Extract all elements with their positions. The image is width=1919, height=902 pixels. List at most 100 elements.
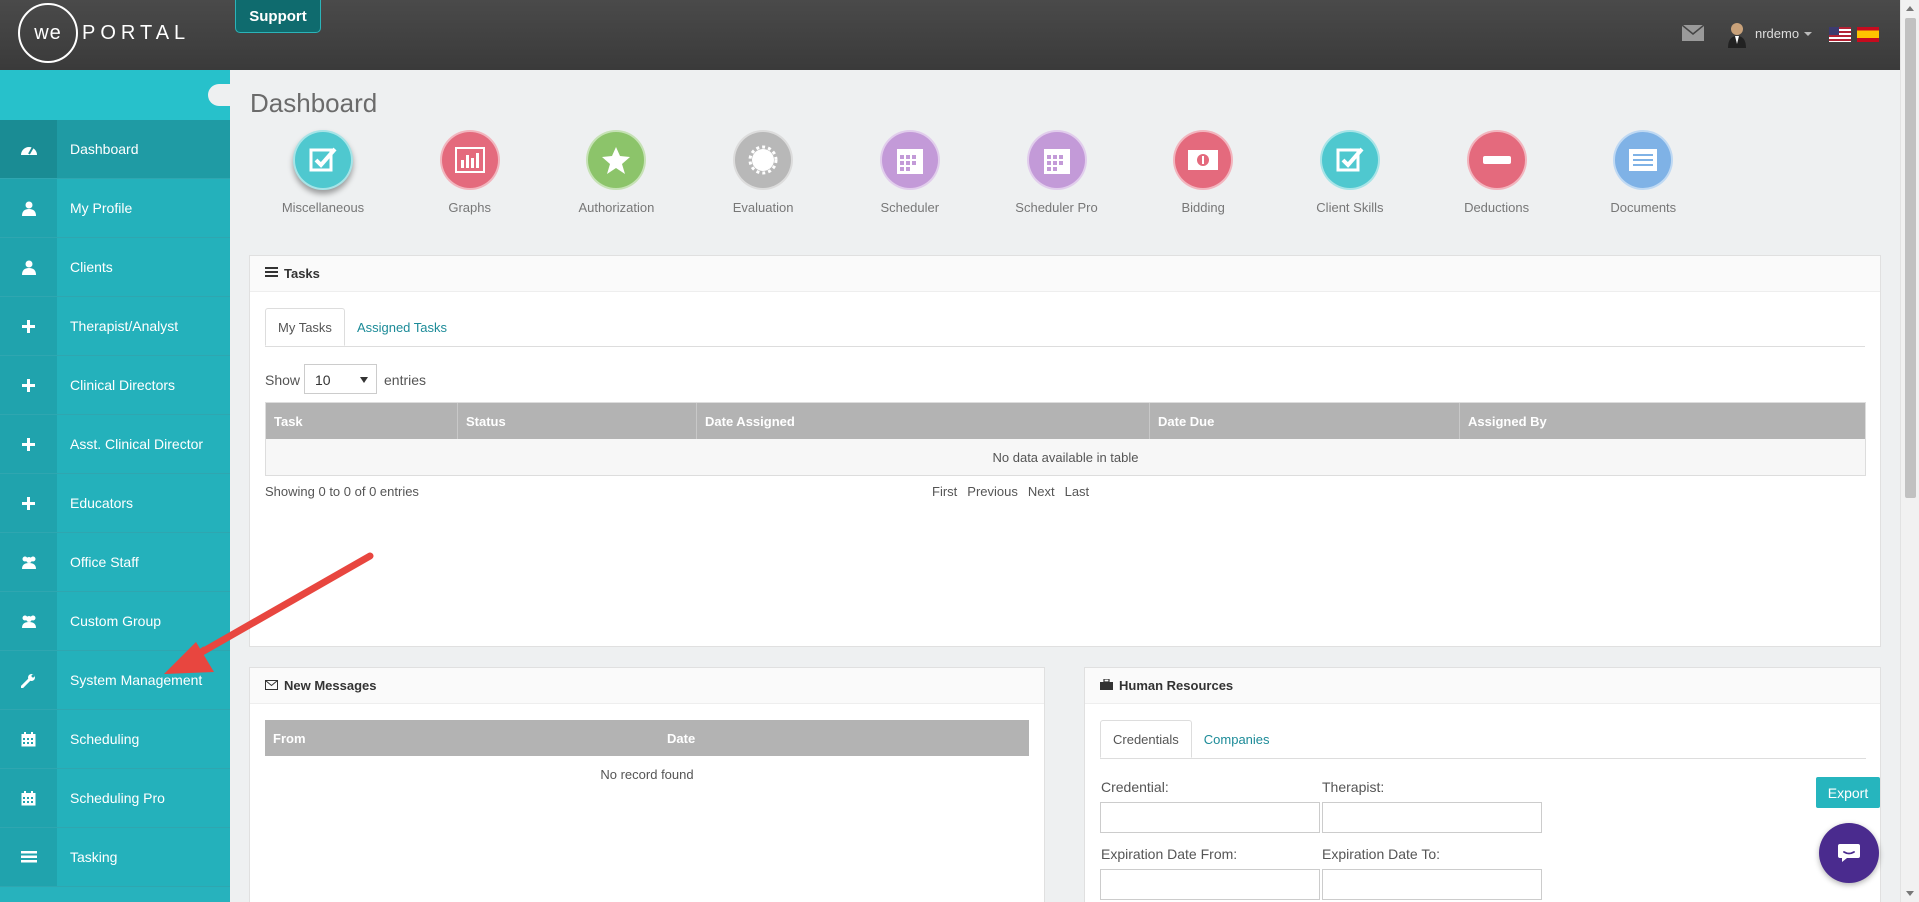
- us-flag-icon[interactable]: [1829, 27, 1851, 42]
- quick-link-label: Documents: [1610, 200, 1677, 215]
- tasks-panel-header: Tasks: [250, 256, 1880, 292]
- quick-link-evaluation[interactable]: Evaluation: [703, 130, 823, 215]
- therapist-label: Therapist:: [1322, 779, 1385, 795]
- spain-flag-icon[interactable]: [1857, 27, 1879, 42]
- tab-my-tasks[interactable]: My Tasks: [265, 308, 345, 346]
- quick-link-scheduler-pro[interactable]: Scheduler Pro: [997, 130, 1117, 215]
- sidebar-item-label: Clients: [70, 259, 113, 275]
- sidebar-item-clients[interactable]: Clients: [0, 238, 230, 297]
- sidebar-item-clinical-directors[interactable]: Clinical Directors: [0, 356, 230, 415]
- tasks-pager: First Previous Next Last: [932, 484, 1089, 499]
- quick-link-documents[interactable]: Documents: [1583, 130, 1703, 215]
- sidebar-item-therapist-analyst[interactable]: Therapist/Analyst: [0, 297, 230, 356]
- messages-empty-row: No record found: [265, 756, 1029, 792]
- plus-icon: [0, 297, 57, 355]
- sidebar-item-system-management[interactable]: System Management: [0, 651, 230, 710]
- user-avatar[interactable]: [1724, 20, 1750, 48]
- checkbox-icon: [1319, 130, 1380, 190]
- sidebar-item-scheduling-pro[interactable]: Scheduling Pro: [0, 769, 230, 828]
- top-navbar: we PORTAL Support: [0, 0, 1900, 70]
- messages-table: From Date No record found: [265, 720, 1029, 792]
- tasks-panel: Tasks My Tasks Assigned Tasks Show 10 en…: [249, 255, 1881, 647]
- list-icon: [1613, 130, 1674, 190]
- mail-icon[interactable]: [1682, 25, 1704, 41]
- quick-link-graphs[interactable]: Graphs: [410, 130, 530, 215]
- chevron-down-icon[interactable]: [1804, 32, 1812, 36]
- wrench-icon: [0, 651, 57, 709]
- quick-link-authorization[interactable]: Authorization: [556, 130, 676, 215]
- tab-companies[interactable]: Companies: [1192, 720, 1282, 758]
- tasks-table: Task Status Date Assigned Date Due Assig…: [265, 402, 1866, 476]
- sidebar: Dashboard My Profile Clients Therapist/Anal…: [0, 70, 230, 902]
- sidebar-item-educators[interactable]: Educators: [0, 474, 230, 533]
- sidebar-item-tasking[interactable]: Tasking: [0, 828, 230, 887]
- main-content: Dashboard Miscellaneous Graphs Authorizati…: [230, 70, 1900, 902]
- money-icon: [1173, 130, 1234, 190]
- hr-panel-header: Human Resources: [1085, 668, 1880, 704]
- dashboard-icon: [0, 120, 57, 178]
- exp-from-input[interactable]: [1100, 869, 1320, 900]
- list-icon: [0, 828, 57, 886]
- export-button[interactable]: Export: [1816, 777, 1880, 808]
- col-task[interactable]: Task: [266, 403, 458, 439]
- quick-link-miscellaneous[interactable]: Miscellaneous: [263, 130, 383, 215]
- show-label: Show: [265, 372, 301, 388]
- quick-link-label: Evaluation: [732, 200, 794, 215]
- sidebar-item-label: System Management: [70, 672, 203, 688]
- pager-next[interactable]: Next: [1028, 484, 1055, 499]
- weportal-logo[interactable]: we PORTAL: [18, 3, 190, 63]
- user-menu[interactable]: nrdemo: [1755, 26, 1799, 41]
- tasks-table-header: Task Status Date Assigned Date Due Assig…: [266, 403, 1865, 439]
- users-icon: [0, 533, 57, 591]
- envelope-icon: [265, 678, 278, 693]
- hr-tabs: Credentials Companies: [1100, 720, 1866, 759]
- sidebar-item-scheduling[interactable]: Scheduling: [0, 710, 230, 769]
- therapist-input[interactable]: [1322, 802, 1542, 833]
- sidebar-item-my-profile[interactable]: My Profile: [0, 179, 230, 238]
- pager-last[interactable]: Last: [1065, 484, 1090, 499]
- quick-link-label: Deductions: [1464, 200, 1530, 215]
- col-date-due[interactable]: Date Due: [1150, 403, 1460, 439]
- calendar-icon: [1026, 130, 1087, 190]
- col-date[interactable]: Date: [659, 720, 1029, 756]
- tab-assigned-tasks[interactable]: Assigned Tasks: [345, 308, 459, 346]
- scroll-up-arrow[interactable]: [1906, 6, 1914, 11]
- pager-previous[interactable]: Previous: [967, 484, 1018, 499]
- col-assigned-by[interactable]: Assigned By: [1460, 403, 1865, 439]
- messages-table-header: From Date: [265, 720, 1029, 756]
- list-icon: [265, 266, 278, 281]
- support-button[interactable]: Support: [235, 0, 321, 33]
- quick-link-client-skills[interactable]: Client Skills: [1290, 130, 1410, 215]
- sidebar-item-asst-clinical-director[interactable]: Asst. Clinical Director: [0, 415, 230, 474]
- briefcase-icon: [1100, 678, 1113, 693]
- sidebar-item-label: Clinical Directors: [70, 377, 176, 393]
- pager-first[interactable]: First: [932, 484, 957, 499]
- sidebar-item-office-staff[interactable]: Office Staff: [0, 533, 230, 592]
- exp-to-input[interactable]: [1322, 869, 1542, 900]
- page-scrollbar[interactable]: [1900, 0, 1919, 902]
- chat-button[interactable]: [1819, 823, 1879, 883]
- quick-link-scheduler[interactable]: Scheduler: [850, 130, 970, 215]
- entries-select[interactable]: 10: [304, 364, 377, 394]
- col-status[interactable]: Status: [458, 403, 697, 439]
- minus-icon: [1466, 130, 1527, 190]
- scroll-down-arrow[interactable]: [1906, 891, 1914, 896]
- plus-icon: [0, 415, 57, 473]
- scroll-thumb[interactable]: [1905, 18, 1916, 498]
- logo-circle: we: [18, 3, 78, 63]
- credential-input[interactable]: [1100, 802, 1320, 833]
- sidebar-item-label: Dashboard: [70, 141, 139, 157]
- sidebar-item-label: Asst. Clinical Director: [70, 436, 204, 452]
- sidebar-item-custom-group[interactable]: Custom Group: [0, 592, 230, 651]
- sidebar-item-dashboard[interactable]: Dashboard: [0, 120, 230, 179]
- checkbox-icon: [293, 130, 353, 190]
- col-date-assigned[interactable]: Date Assigned: [697, 403, 1150, 439]
- col-from[interactable]: From: [265, 720, 659, 756]
- quick-link-bidding[interactable]: Bidding: [1143, 130, 1263, 215]
- exp-to-label: Expiration Date To:: [1322, 846, 1441, 862]
- quick-link-deductions[interactable]: Deductions: [1437, 130, 1557, 215]
- tasks-empty-row: No data available in table: [266, 439, 1865, 475]
- sidebar-toggle[interactable]: [208, 84, 230, 106]
- tab-credentials[interactable]: Credentials: [1100, 720, 1192, 758]
- chat-icon: [1838, 844, 1860, 862]
